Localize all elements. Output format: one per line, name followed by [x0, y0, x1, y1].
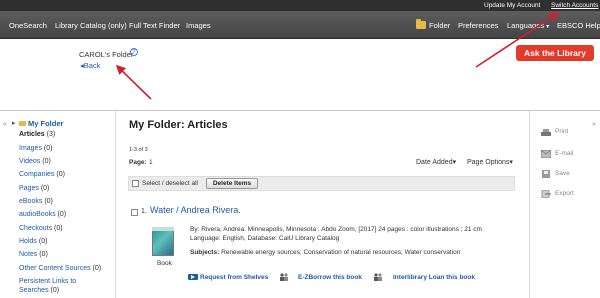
record-number: 1.	[141, 208, 147, 215]
delete-items-button[interactable]: Delete Items	[206, 178, 258, 189]
record-checkbox[interactable]	[131, 209, 138, 216]
sidebar-item-count: (0)	[50, 287, 60, 294]
people-icon	[374, 273, 382, 281]
sidebar-item-count: (0)	[42, 158, 51, 165]
page-title: My Folder: Articles	[129, 119, 228, 131]
record-language: Language: English, Database: CalU Librar…	[190, 235, 340, 242]
sidebar-item-holds[interactable]: Holds (0)	[19, 238, 47, 245]
sort-dropdown[interactable]: Date Added▾	[416, 158, 456, 166]
sidebar-item-videos[interactable]: Videos (0)	[19, 158, 51, 165]
sidebar-item-ebooks[interactable]: eBooks (0)	[19, 198, 53, 205]
sidebar-item-label: Companies	[19, 171, 55, 178]
export-icon[interactable]	[541, 190, 551, 198]
sidebar-item-notes[interactable]: Notes (0)	[19, 251, 48, 258]
sidebar-item-other-sources[interactable]: Other Content Sources (0)	[19, 265, 101, 272]
record-type-label: Book	[157, 260, 172, 267]
collapse-left-icon[interactable]: «	[3, 121, 7, 128]
sidebar-item-label: Images	[19, 145, 42, 152]
tool-save[interactable]: Save	[555, 170, 570, 177]
sidebar-divider	[115, 111, 116, 298]
page-label: Page:	[129, 159, 147, 166]
sidebar-item-label: Notes	[19, 251, 38, 258]
book-cover-thumbnail[interactable]	[152, 227, 174, 256]
sidebar-item-count: (0)	[38, 238, 48, 245]
sidebar-item-images[interactable]: Images (0)	[19, 145, 52, 152]
sidebar-item-label: Pages	[19, 185, 39, 192]
ezborrow-link[interactable]: E-ZBorrow this book	[298, 274, 362, 281]
tools-divider	[529, 111, 530, 298]
page-options-label: Page Options	[467, 159, 510, 166]
sidebar-item-label: Other Content Sources	[19, 265, 91, 272]
sidebar-item-label: Searches	[19, 287, 49, 294]
sidebar-item-count: (3)	[46, 131, 56, 138]
print-icon[interactable]	[541, 129, 551, 137]
result-count: 1-3 of 3	[129, 147, 148, 153]
sidebar-item-pages[interactable]: Pages (0)	[19, 185, 49, 192]
sidebar-item-label: Articles	[19, 131, 45, 138]
sidebar-item-checkouts[interactable]: Checkouts (0)	[19, 225, 63, 232]
chevron-down-icon: ▾	[452, 159, 457, 166]
sidebar-item-searches[interactable]: Searches (0)	[19, 287, 59, 294]
sidebar-item-count: (0)	[56, 171, 65, 178]
tree-expand-icon[interactable]: ▸	[12, 119, 16, 127]
page-options-dropdown[interactable]: Page Options▾	[467, 158, 513, 166]
tool-email[interactable]: E-mail	[555, 150, 573, 157]
sidebar-item-companies[interactable]: Companies (0)	[19, 171, 65, 178]
sidebar-item-count: (0)	[40, 185, 50, 192]
sidebar-item-label: Persistent Links to	[19, 278, 77, 285]
sidebar-item-audiobooks[interactable]: audioBooks (0)	[19, 211, 66, 218]
request-from-shelves-link[interactable]: Request from Shelves	[200, 274, 268, 281]
sidebar-item-label: audioBooks	[19, 211, 56, 218]
sidebar-item-persistent-links[interactable]: Persistent Links to	[19, 278, 76, 285]
sidebar-item-label: Checkouts	[19, 225, 53, 232]
collapse-right-icon[interactable]: »	[592, 121, 596, 128]
select-all-checkbox[interactable]	[132, 180, 139, 187]
content-divider	[0, 110, 600, 111]
sidebar-item-count: (0)	[43, 145, 53, 152]
save-icon[interactable]	[541, 170, 551, 178]
sidebar-item-count: (0)	[54, 225, 63, 232]
select-all-label: Select / deselect all	[142, 180, 199, 187]
record-citation: By: Rivera, Andrea. Minneapolis, Minneso…	[190, 226, 482, 233]
sidebar-item-label: Videos	[19, 158, 41, 165]
sidebar-item-label: eBooks	[19, 198, 43, 205]
tool-export[interactable]: Export	[555, 190, 574, 197]
arrow-to-folder-title	[115, 64, 152, 100]
sidebar-item-count: (0)	[39, 251, 48, 258]
tool-print[interactable]: Print	[555, 128, 568, 135]
book-cover-band	[152, 227, 174, 231]
subjects-value: Renewable energy sources; Conservation o…	[221, 249, 461, 256]
subjects-label: Subjects:	[190, 249, 220, 256]
interlibrary-loan-link[interactable]: Interlibrary Loan this book	[393, 274, 475, 281]
people-icon	[280, 273, 288, 281]
sort-label: Date Added	[416, 159, 453, 166]
sidebar-my-folder[interactable]: My Folder	[28, 119, 63, 128]
sidebar-item-count: (0)	[57, 211, 67, 218]
sidebar-item-count: (0)	[92, 265, 102, 272]
sidebar-item-articles[interactable]: Articles (3)	[19, 131, 55, 138]
sidebar-item-count: (0)	[44, 198, 53, 205]
email-icon[interactable]	[541, 150, 551, 158]
record-title-link[interactable]: Water / Andrea Rivera.	[150, 205, 241, 215]
request-icon	[188, 274, 198, 280]
record-subjects: Subjects: Renewable energy sources; Cons…	[190, 249, 460, 256]
chevron-down-icon: ▾	[509, 159, 513, 166]
sidebar-item-label: Holds	[19, 238, 37, 245]
arrow-to-switch-accounts	[475, 12, 560, 68]
page-number: 1	[149, 159, 153, 166]
folder-icon	[19, 121, 26, 126]
